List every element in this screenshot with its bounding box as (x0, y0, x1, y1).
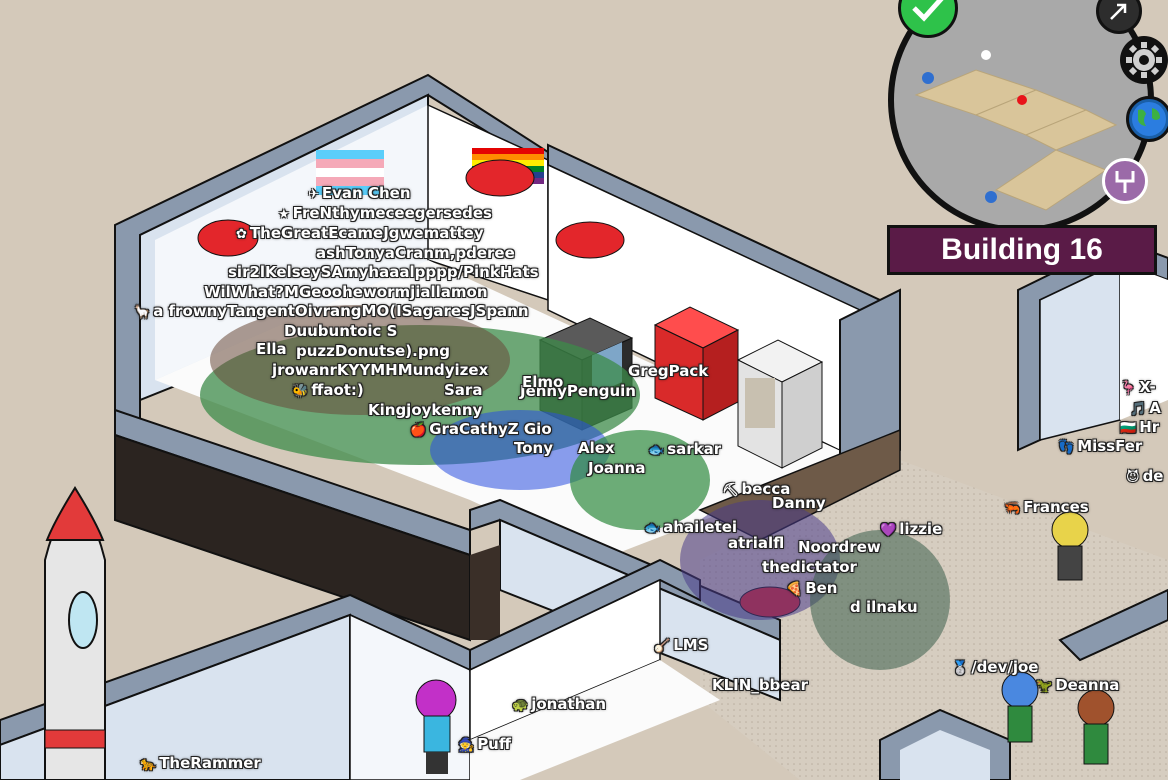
minimap-user-icon (922, 72, 934, 84)
world-button[interactable] (1126, 96, 1168, 142)
player-name[interactable]: Ella (256, 340, 287, 358)
player-name[interactable]: 🐢 jonathan (512, 695, 606, 713)
player-name[interactable]: 🪕 LMS (654, 636, 708, 654)
player-name[interactable]: Sara (444, 381, 482, 399)
player-name[interactable]: 🎵 A (1130, 399, 1161, 417)
player-name[interactable]: 🐆 TheRammer (140, 754, 261, 772)
player-name[interactable]: 🧙 Puff (458, 735, 511, 753)
building-label: Building 16 (887, 225, 1157, 275)
player-name[interactable]: WilWhat?MGeoohewormjiallamon (204, 283, 488, 301)
player-name[interactable]: Alex (578, 439, 615, 457)
player-name[interactable]: 😈 de (1126, 467, 1163, 485)
player-name[interactable]: KLIN_bbear (712, 676, 808, 694)
player-name[interactable]: 💜 lizzie (880, 520, 942, 538)
player-name[interactable]: Kingjoykenny (368, 401, 482, 419)
player-name[interactable]: 🐟 ahailetei (644, 518, 737, 536)
minimap-user-icon (985, 191, 997, 203)
gear-icon (1126, 42, 1162, 78)
player-name[interactable]: Duubuntoic S (284, 322, 397, 340)
arrow-icon (1110, 3, 1127, 20)
rocket-decoration (44, 486, 106, 780)
building-button[interactable] (1102, 158, 1148, 204)
player-name[interactable]: Elmo (522, 373, 563, 391)
player-name[interactable]: Joanna (588, 459, 646, 477)
tools-icon (1115, 171, 1135, 193)
settings-button[interactable] (1120, 36, 1168, 84)
vending-machine-white[interactable] (736, 339, 824, 469)
player-name[interactable]: sir2lKelseySAmyhaaalpppp/PinkHats (228, 263, 539, 281)
player-name[interactable]: d ilnaku (850, 598, 918, 616)
player-name[interactable]: 🦖 Deanna (1036, 676, 1119, 694)
player-name[interactable]: ashTonyaCranm,pderee (316, 244, 515, 262)
player-name[interactable]: ★ FreNthymeceegersedes (278, 204, 492, 222)
player-name[interactable]: 🥈/dev/joe (952, 658, 1038, 676)
player-name[interactable]: 🦩 X- (1120, 378, 1156, 396)
check-icon (912, 0, 944, 22)
player-name[interactable]: atrialfl (728, 534, 784, 552)
player-name[interactable]: ✿ TheGreatEcameJgwemattey (236, 224, 484, 242)
player-name[interactable]: Danny (772, 494, 826, 512)
minimap-pawn-icon (981, 50, 991, 60)
player-name[interactable]: ✈ Evan Chen (308, 184, 411, 202)
player-name[interactable]: 🦐 Frances (1004, 498, 1089, 516)
player-name[interactable]: puzzDonutse).png (296, 342, 450, 360)
player-name[interactable]: 🐝 ffaot:) (292, 381, 364, 399)
player-name[interactable]: 🐟 sarkar (648, 440, 721, 458)
player-name[interactable]: 🦙 a frownyTangentOivrangMO(ISagaresJSpann (134, 302, 529, 320)
player-name[interactable]: Noordrew (798, 538, 881, 556)
player-name[interactable]: 👣 MissFer (1058, 437, 1142, 455)
player-name[interactable]: 🍎 GraCathyZ Gio (410, 420, 552, 438)
player-name[interactable]: jrowanrKYYMHMundyizex (272, 361, 488, 379)
player-name[interactable]: Tony (514, 439, 553, 457)
player-name[interactable]: 🍕 Ben (786, 579, 837, 597)
player-name[interactable]: GregPack (628, 362, 708, 380)
player-name[interactable]: 🇧🇬 Hr (1120, 418, 1159, 436)
minimap-player-marker (1017, 95, 1027, 105)
globe-icon (1132, 102, 1166, 136)
player-name[interactable]: thedictator (762, 558, 857, 576)
